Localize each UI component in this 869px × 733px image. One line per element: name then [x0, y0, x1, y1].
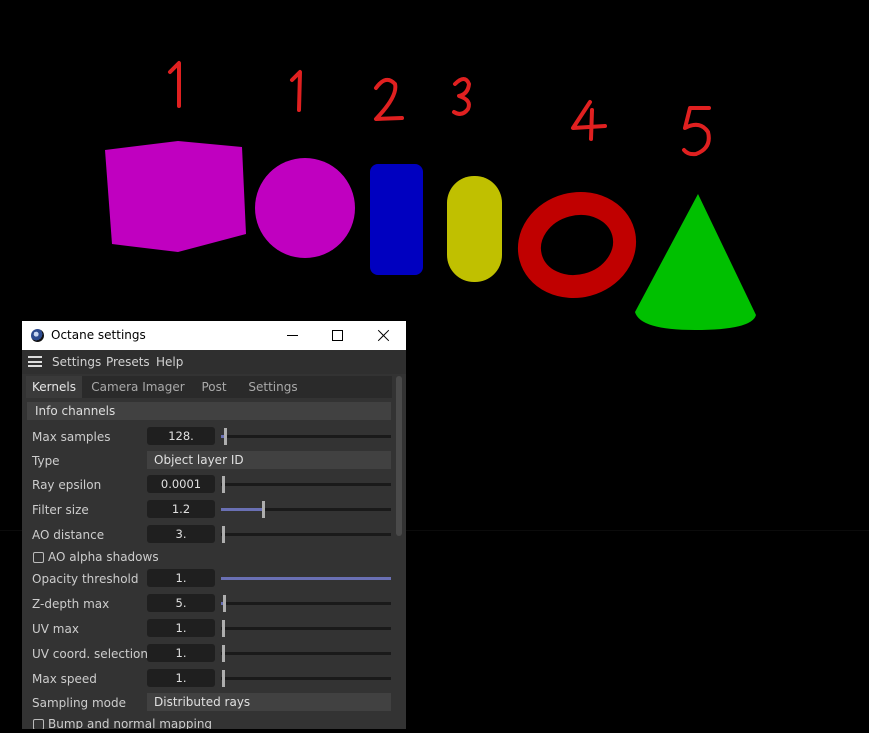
type-label: Type — [32, 454, 60, 468]
ray-epsilon-slider[interactable] — [221, 476, 391, 493]
section-header-info-channels[interactable]: Info channels — [27, 402, 391, 420]
row-ray-epsilon: Ray epsilon 0.0001 — [22, 475, 394, 495]
scrollbar[interactable] — [396, 376, 402, 536]
row-ao-alpha-shadows: AO alpha shadows — [22, 548, 394, 568]
slider-handle[interactable] — [223, 595, 226, 612]
label-two-glyph — [374, 77, 404, 121]
uv-max-input[interactable]: 1. — [147, 619, 215, 637]
octane-icon — [31, 329, 44, 342]
title-bar[interactable]: Octane settings — [22, 321, 406, 350]
tab-post[interactable]: Post — [192, 376, 236, 398]
uv-coord-selection-input[interactable]: 1. — [147, 644, 215, 662]
max-samples-input[interactable]: 128. — [147, 427, 215, 445]
row-ao-distance: AO distance 3. — [22, 525, 394, 545]
tab-settings[interactable]: Settings — [244, 376, 302, 398]
slider-handle[interactable] — [222, 620, 225, 637]
uv-max-label: UV max — [32, 622, 79, 636]
ao-alpha-shadows-checkbox[interactable] — [33, 552, 44, 563]
menu-settings[interactable]: Settings — [52, 355, 101, 369]
ao-distance-input[interactable]: 3. — [147, 525, 215, 543]
uv-coord-selection-label: UV coord. selection — [32, 647, 148, 661]
row-uv-coord-selection: UV coord. selection 1. — [22, 644, 394, 664]
ao-distance-label: AO distance — [32, 528, 105, 542]
label-four-glyph — [571, 100, 607, 141]
maximize-icon — [331, 330, 343, 341]
max-speed-label: Max speed — [32, 672, 97, 686]
uv-coord-selection-slider[interactable] — [221, 645, 391, 662]
max-speed-input[interactable]: 1. — [147, 669, 215, 687]
maximize-button[interactable] — [314, 321, 360, 350]
z-depth-max-label: Z-depth max — [32, 597, 110, 611]
torus-shape — [517, 191, 637, 299]
hamburger-icon[interactable] — [28, 356, 42, 367]
menu-help[interactable]: Help — [156, 355, 183, 369]
sampling-mode-value: Distributed rays — [154, 695, 251, 709]
cone-shape — [635, 194, 756, 330]
type-value: Object layer ID — [154, 453, 244, 467]
type-dropdown[interactable]: Object layer ID — [147, 451, 391, 469]
row-z-depth-max: Z-depth max 5. — [22, 594, 394, 614]
opacity-threshold-label: Opacity threshold — [32, 572, 139, 586]
z-depth-max-slider[interactable] — [221, 595, 391, 612]
minimize-button[interactable] — [269, 321, 315, 350]
menu-bar: Settings Presets Help — [22, 350, 406, 374]
ao-distance-slider[interactable] — [221, 526, 391, 543]
row-max-samples: Max samples 128. — [22, 427, 394, 447]
slider-handle[interactable] — [224, 428, 227, 445]
row-bump-normal-mapping: Bump and normal mapping — [22, 715, 394, 729]
filter-size-input[interactable]: 1.2 — [147, 500, 215, 518]
tab-bar: Kernels Camera Imager Post Settings — [26, 376, 392, 398]
section-title: Info channels — [35, 404, 116, 418]
label-three-glyph — [452, 77, 471, 116]
octane-settings-window: Octane settings Settings Presets Help Ke… — [22, 321, 406, 729]
row-uv-max: UV max 1. — [22, 619, 394, 639]
bump-normal-mapping-label[interactable]: Bump and normal mapping — [48, 717, 212, 729]
max-speed-slider[interactable] — [221, 670, 391, 687]
sphere-shape — [255, 158, 355, 258]
row-opacity-threshold: Opacity threshold 1. — [22, 569, 394, 589]
slider-handle[interactable] — [262, 501, 265, 518]
max-samples-slider[interactable] — [221, 428, 391, 445]
label-one-glyph — [290, 70, 302, 112]
cylinder-shape — [370, 164, 423, 275]
menu-presets[interactable]: Presets — [106, 355, 150, 369]
filter-size-slider[interactable] — [221, 501, 391, 518]
slider-handle[interactable] — [222, 526, 225, 543]
sampling-mode-label: Sampling mode — [32, 696, 127, 710]
window-title: Octane settings — [51, 328, 146, 342]
row-max-speed: Max speed 1. — [22, 669, 394, 689]
ray-epsilon-input[interactable]: 0.0001 — [147, 475, 215, 493]
label-five-glyph — [682, 106, 711, 157]
uv-max-slider[interactable] — [221, 620, 391, 637]
row-filter-size: Filter size 1.2 — [22, 500, 394, 520]
filter-size-label: Filter size — [32, 503, 89, 517]
opacity-threshold-input[interactable]: 1. — [147, 569, 215, 587]
annotation-labels — [168, 61, 711, 157]
label-one-glyph — [168, 61, 181, 108]
sampling-mode-dropdown[interactable]: Distributed rays — [147, 693, 391, 711]
row-type: Type Object layer ID — [22, 451, 394, 471]
slider-handle[interactable] — [222, 645, 225, 662]
cube-shape — [105, 141, 246, 252]
ao-alpha-shadows-label[interactable]: AO alpha shadows — [48, 550, 159, 564]
minimize-icon — [286, 335, 298, 336]
close-icon — [377, 329, 390, 342]
tab-camera-imager[interactable]: Camera Imager — [90, 376, 186, 398]
opacity-threshold-slider[interactable] — [221, 577, 391, 580]
z-depth-max-input[interactable]: 5. — [147, 594, 215, 612]
slider-handle[interactable] — [222, 476, 225, 493]
max-samples-label: Max samples — [32, 430, 111, 444]
capsule-shape — [447, 176, 502, 282]
bump-normal-mapping-checkbox[interactable] — [33, 719, 44, 729]
row-sampling-mode: Sampling mode Distributed rays — [22, 693, 394, 713]
ray-epsilon-label: Ray epsilon — [32, 478, 102, 492]
close-button[interactable] — [360, 321, 406, 350]
slider-handle[interactable] — [222, 670, 225, 687]
tab-kernels[interactable]: Kernels — [26, 376, 82, 398]
